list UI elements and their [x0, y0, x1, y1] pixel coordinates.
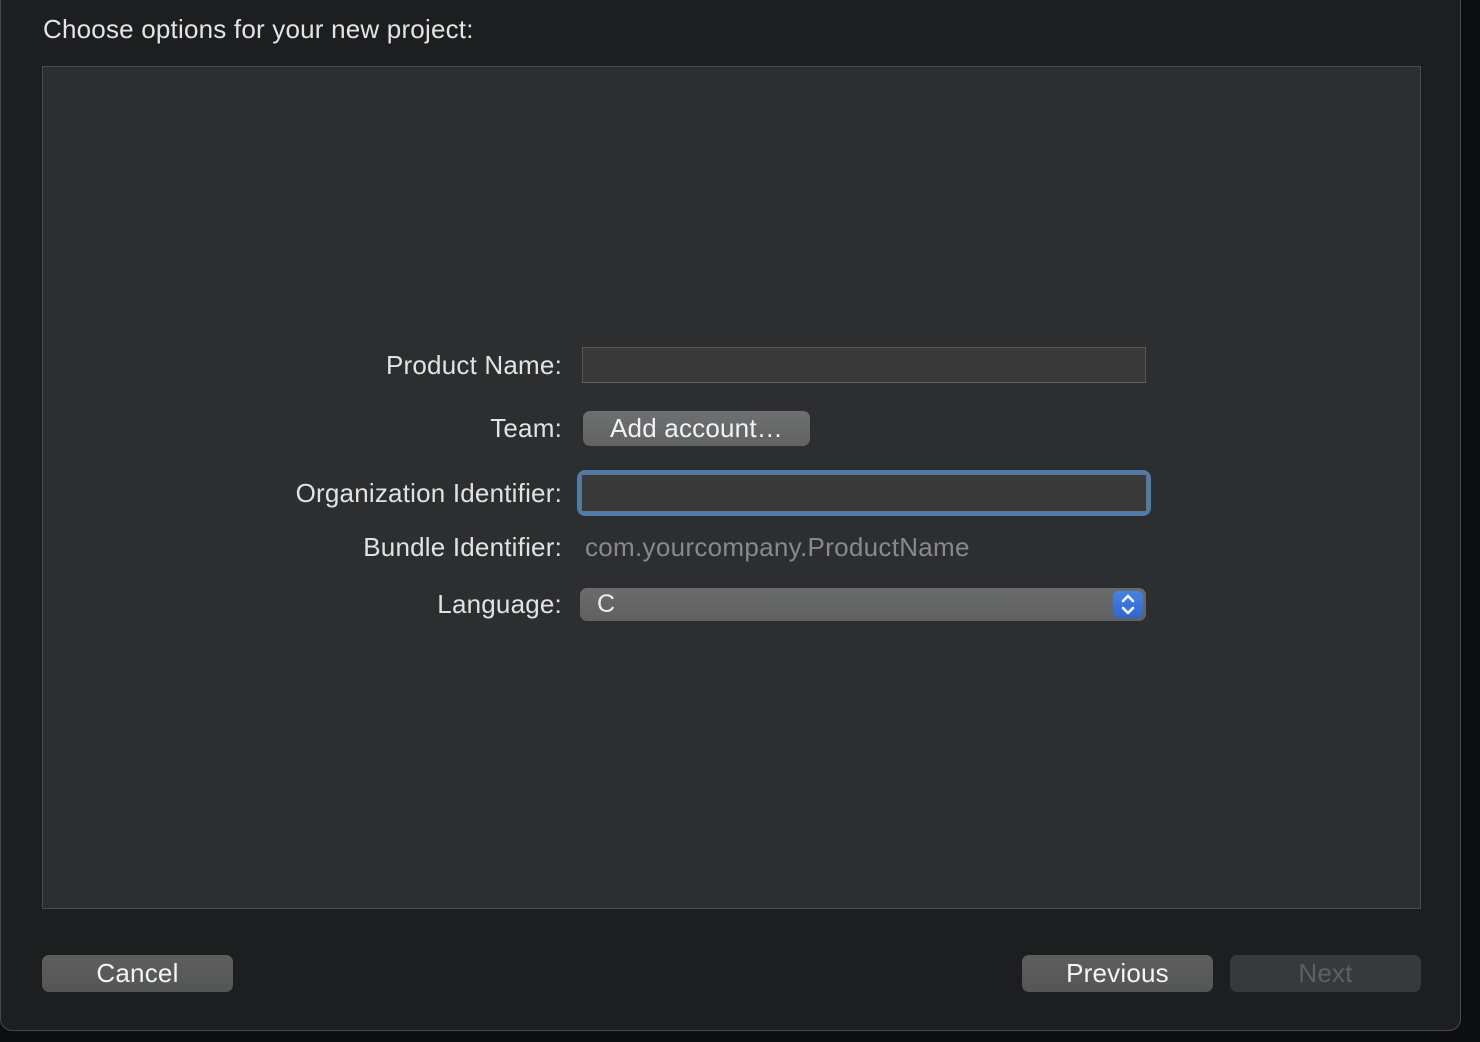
organization-identifier-label: Organization Identifier:	[43, 478, 562, 509]
organization-identifier-row: Organization Identifier:	[43, 470, 1420, 516]
next-button[interactable]: Next	[1230, 955, 1421, 992]
product-name-input[interactable]	[582, 347, 1146, 383]
language-label: Language:	[43, 589, 562, 620]
organization-identifier-input[interactable]	[581, 474, 1147, 512]
team-label: Team:	[43, 413, 562, 444]
bundle-identifier-value: com.yourcompany.ProductName	[585, 532, 970, 563]
bundle-identifier-label: Bundle Identifier:	[43, 532, 562, 563]
bundle-identifier-row: Bundle Identifier: com.yourcompany.Produ…	[43, 529, 1420, 565]
language-selected-value: C	[580, 590, 615, 619]
dialog-title: Choose options for your new project:	[43, 14, 474, 45]
language-row: Language: C	[43, 588, 1420, 621]
new-project-options-dialog: Choose options for your new project: Pro…	[0, 0, 1461, 1031]
previous-button[interactable]: Previous	[1022, 955, 1213, 992]
product-name-label: Product Name:	[43, 350, 562, 381]
add-account-button[interactable]: Add account…	[583, 411, 810, 446]
team-row: Team: Add account…	[43, 411, 1420, 446]
focus-ring	[577, 470, 1151, 516]
product-name-row: Product Name:	[43, 347, 1420, 383]
cancel-button[interactable]: Cancel	[42, 955, 233, 992]
chevron-up-down-icon	[1113, 591, 1143, 618]
language-popup-button[interactable]: C	[580, 588, 1146, 621]
options-form-panel: Product Name: Team: Add account… Organiz…	[42, 66, 1421, 909]
